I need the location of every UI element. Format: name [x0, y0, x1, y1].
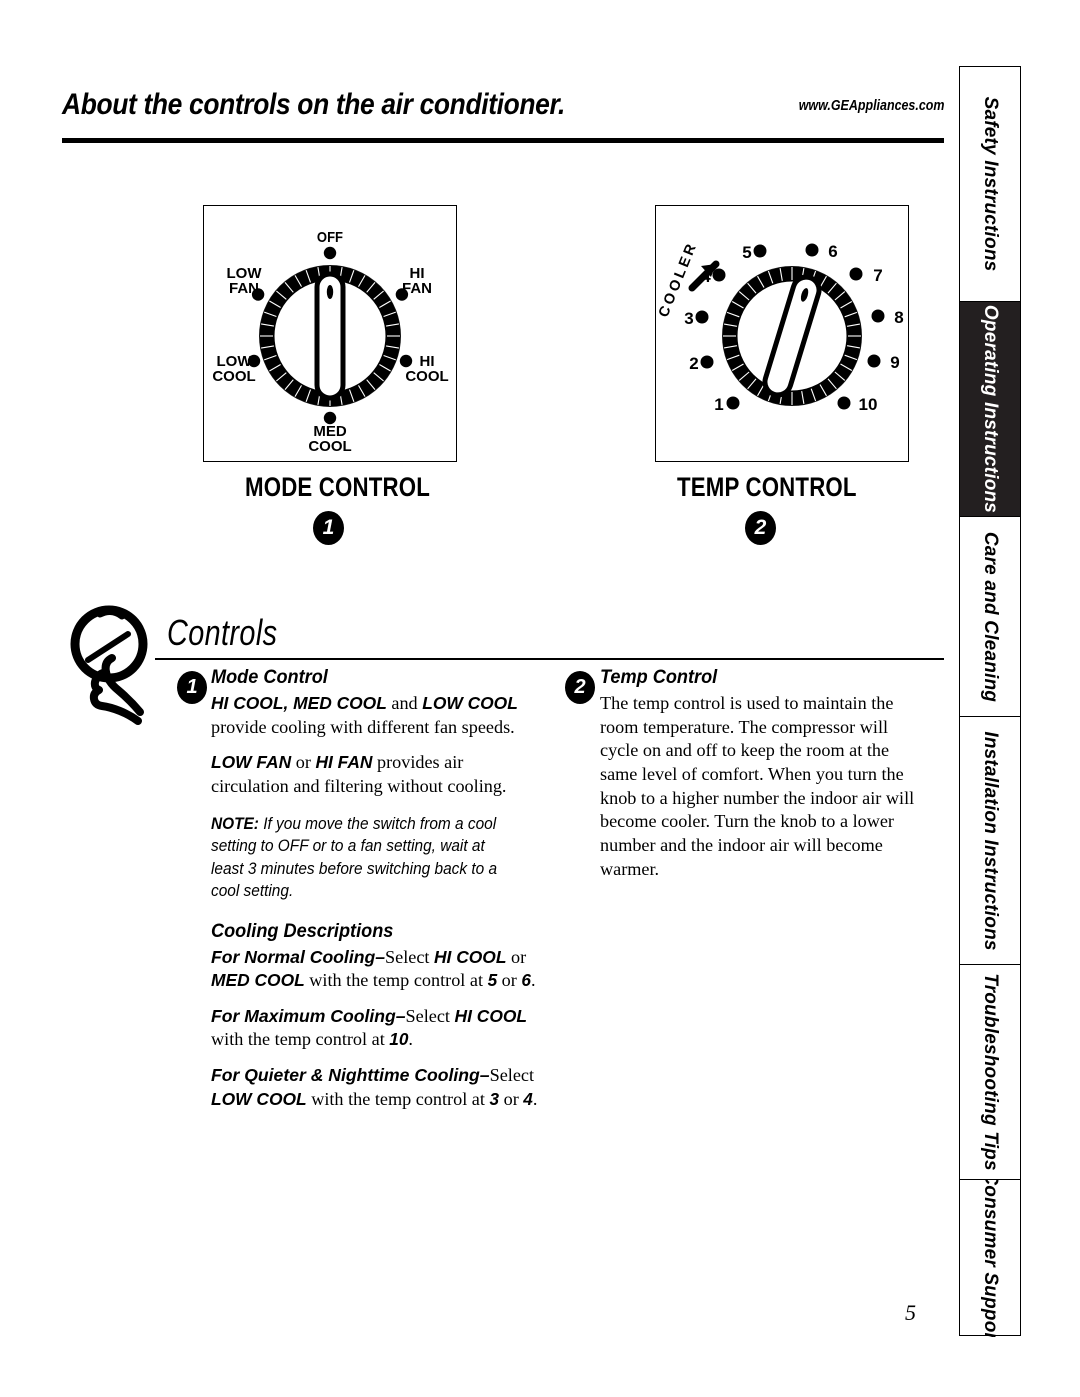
- cooling-1-b2: MED COOL: [211, 970, 305, 991]
- tab-care-and-cleaning[interactable]: Care and Cleaning: [960, 517, 1020, 717]
- mode-p2-bold-b: HI FAN: [315, 752, 373, 773]
- cooling-3-t2: with the temp control at: [306, 1088, 490, 1109]
- temp-control-column: Temp Control The temp control is used to…: [600, 666, 920, 881]
- cooling-2-b1: HI COOL: [454, 1005, 527, 1026]
- temp-control-title: Temp Control: [600, 666, 718, 688]
- cooling-1-t2: or: [506, 946, 527, 967]
- cooling-2-t3: .: [408, 1029, 413, 1050]
- cooling-1-t1: Select: [385, 946, 434, 967]
- mode-control-title: Mode Control: [211, 666, 328, 688]
- tab-operating-instructions-label: Operating Instructions: [980, 304, 1001, 514]
- mode-label-medcool-2: COOL: [308, 438, 351, 455]
- mode-label-lowcool-2: COOL: [212, 368, 255, 385]
- temp-number-5: 5: [742, 243, 751, 262]
- mode-p1-mid: and: [386, 693, 423, 713]
- cooling-3-b1: LOW COOL: [211, 1088, 307, 1109]
- mode-label-off: OFF: [317, 228, 343, 245]
- cooling-item-quieter: For Quieter & Nighttime Cooling–Select L…: [211, 1064, 541, 1111]
- mode-control-badge: 1: [313, 511, 344, 545]
- cooling-3-t4: .: [532, 1088, 538, 1109]
- cooling-1-t4: or: [497, 970, 522, 991]
- mode-p1-bold-a: HI COOL, MED COOL: [211, 693, 387, 713]
- cooling-3-n1: 3: [489, 1088, 500, 1109]
- tab-safety-instructions[interactable]: Safety Instructions: [960, 67, 1020, 302]
- temp-control-badge: 2: [745, 511, 776, 545]
- hand-pointing-knob-icon: [70, 605, 148, 725]
- cooling-1-n1: 5: [487, 970, 498, 991]
- mode-control-item-badge: 1: [177, 671, 207, 704]
- temp-number-6: 6: [828, 242, 837, 261]
- mode-label-hicool-2: COOL: [405, 368, 448, 385]
- mode-paragraph-2: LOW FAN or HI FAN provides air circulati…: [211, 751, 541, 798]
- tab-operating-instructions[interactable]: Operating Instructions: [960, 302, 1020, 517]
- cooling-3-lead: For Quieter & Nighttime Cooling–: [211, 1065, 490, 1086]
- temp-number-2: 2: [689, 354, 698, 373]
- temp-control-body: The temp control is used to maintain the…: [600, 693, 915, 879]
- cooling-1-t3: with the temp control at: [304, 970, 488, 991]
- cooling-3-t1: Select: [489, 1065, 535, 1086]
- mode-paragraph-1: HI COOL, MED COOL and LOW COOL provide c…: [211, 692, 541, 739]
- temp-number-1: 1: [714, 395, 723, 414]
- temp-number-10: 10: [859, 395, 878, 414]
- mode-p1-bold-b: LOW COOL: [422, 693, 518, 713]
- page-title: About the controls on the air conditione…: [62, 88, 565, 121]
- temp-number-9: 9: [890, 353, 899, 372]
- mode-label-lowfan-2: FAN: [229, 280, 259, 297]
- temp-number-8: 8: [894, 308, 903, 327]
- mode-p2-bold-a: LOW FAN: [211, 752, 292, 773]
- mode-control-diagram: OFF LOW FAN HI FAN LOW COOL HI COOL MED …: [203, 205, 457, 462]
- tab-troubleshooting-tips-label: Troubleshooting Tips: [980, 973, 1001, 1171]
- tab-consumer-support[interactable]: Consumer Support: [960, 1180, 1020, 1337]
- tab-consumer-support-label: Consumer Support: [980, 1180, 1001, 1337]
- tab-safety-instructions-label: Safety Instructions: [980, 96, 1001, 272]
- page-header: About the controls on the air conditione…: [62, 88, 944, 150]
- cooling-1-t5: .: [530, 970, 536, 991]
- mode-note: NOTE: If you move the switch from a cool…: [211, 813, 521, 903]
- temp-control-diagram: 1 2 3 4 5 6 7 8 9 10 COOLER: [655, 205, 909, 462]
- cooling-1-b1: HI COOL: [434, 946, 507, 967]
- temp-control-caption: TEMP CONTROL: [677, 472, 857, 502]
- cooling-2-t2: with the temp control at: [211, 1029, 390, 1050]
- mode-note-label: NOTE:: [211, 814, 259, 833]
- temp-control-item-badge: 2: [565, 671, 595, 704]
- cooling-3-n2: 4: [523, 1088, 533, 1109]
- mode-control-caption: MODE CONTROL: [245, 472, 431, 502]
- tab-installation-instructions-label: Installation Instructions: [980, 730, 1001, 951]
- tab-troubleshooting-tips[interactable]: Troubleshooting Tips: [960, 965, 1020, 1180]
- cooling-item-normal: For Normal Cooling–Select HI COOL or MED…: [211, 946, 541, 993]
- mode-label-hifan-2: FAN: [402, 280, 432, 297]
- controls-section-heading: Controls: [167, 612, 278, 653]
- header-divider: [62, 138, 944, 143]
- website-url: www.GEAppliances.com: [798, 98, 944, 114]
- tab-installation-instructions[interactable]: Installation Instructions: [960, 717, 1020, 965]
- cooling-descriptions-title: Cooling Descriptions: [211, 919, 394, 942]
- temp-number-3: 3: [684, 309, 693, 328]
- tab-care-and-cleaning-label: Care and Cleaning: [980, 531, 1001, 702]
- mode-p2-mid: or: [291, 752, 316, 773]
- page-number: 5: [905, 1300, 916, 1325]
- mode-p1-rest: provide cooling with different fan speed…: [211, 716, 515, 737]
- svg-text:COOLER: COOLER: [656, 239, 701, 319]
- section-tabs-sidebar: Safety Instructions Operating Instructio…: [959, 66, 1021, 1337]
- cooling-item-maximum: For Maximum Cooling–Select HI COOL with …: [211, 1005, 541, 1052]
- cooling-2-n1: 10: [389, 1029, 409, 1050]
- cooling-1-lead: For Normal Cooling–: [211, 946, 385, 967]
- mode-control-column: Mode Control HI COOL, MED COOL and LOW C…: [211, 666, 541, 1111]
- cooling-3-t3: or: [499, 1088, 524, 1109]
- temp-number-7: 7: [873, 266, 882, 285]
- cooling-2-lead: For Maximum Cooling–: [211, 1005, 406, 1026]
- cooler-label: COOLER: [656, 239, 701, 319]
- temp-dial-illustration: 1 2 3 4 5 6 7 8 9 10 COOLER: [656, 239, 904, 414]
- mode-dial-illustration: OFF LOW FAN HI FAN LOW COOL HI COOL MED …: [212, 228, 448, 455]
- cooling-2-t1: Select: [405, 1005, 455, 1026]
- controls-divider: [155, 658, 944, 661]
- temp-number-4: 4: [701, 267, 711, 286]
- cooling-1-n2: 6: [521, 970, 531, 991]
